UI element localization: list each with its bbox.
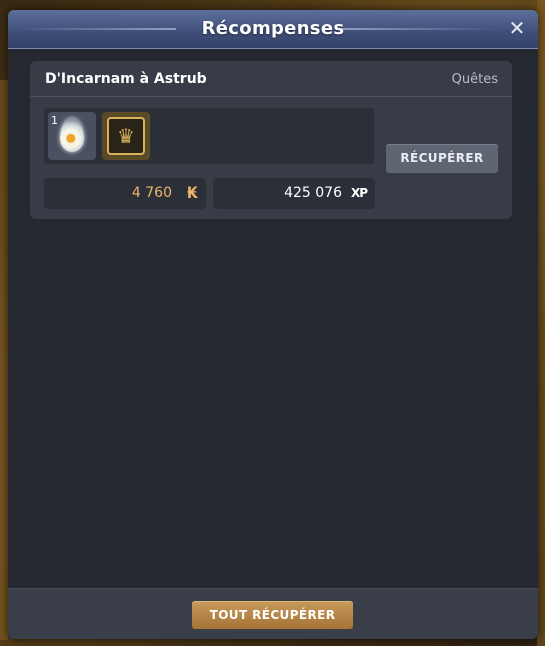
recover-all-button[interactable]: TOUT RÉCUPÉRER (192, 601, 353, 629)
recover-button[interactable]: RÉCUPÉRER (386, 144, 498, 173)
xp-value: 425 076 (284, 185, 342, 201)
quest-title: D'Incarnam à Astrub (45, 71, 207, 87)
xp-reward: 425 076 XP (213, 178, 375, 209)
reward-item-crown[interactable]: ♛ (102, 112, 150, 160)
crown-icon: ♛ (117, 124, 135, 148)
kamas-value: 4 760 (131, 185, 172, 201)
kamas-icon: ₭ (186, 183, 198, 202)
reward-item-egg[interactable]: 1 (48, 112, 96, 160)
item-count: 1 (51, 114, 58, 127)
kamas-reward: 4 760 ₭ (44, 178, 206, 209)
close-icon[interactable]: ✕ (506, 17, 528, 39)
title-decoration-right (338, 28, 498, 30)
crown-frame: ♛ (107, 117, 145, 155)
xp-icon: XP (350, 186, 368, 200)
background-beam (0, 80, 8, 640)
quest-reward-card: D'Incarnam à Astrub Quêtes 1 ♛ RÉCUPÉRER… (30, 61, 512, 219)
card-divider (30, 96, 512, 97)
window-footer: TOUT RÉCUPÉRER (8, 588, 538, 639)
rewards-window: Récompenses ✕ D'Incarnam à Astrub Quêtes… (8, 10, 538, 639)
window-titlebar: Récompenses ✕ (8, 10, 538, 49)
background-beam (537, 0, 545, 646)
egg-icon (60, 118, 84, 152)
reward-items-box: 1 ♛ (44, 108, 374, 164)
quest-category: Quêtes (451, 72, 498, 87)
